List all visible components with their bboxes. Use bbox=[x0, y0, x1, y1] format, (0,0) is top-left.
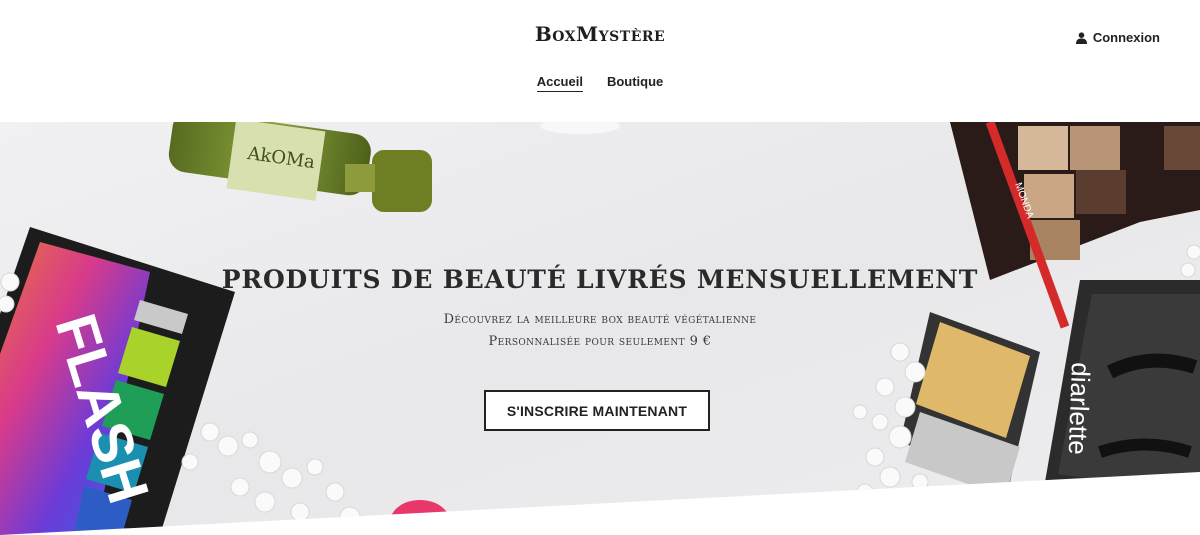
nav-item-boutique[interactable]: Boutique bbox=[607, 74, 663, 92]
site-header: BoxMystère Connexion Accueil Boutique bbox=[0, 0, 1200, 122]
user-icon bbox=[1075, 31, 1087, 44]
hero-title: PRODUITS DE BEAUTÉ LIVRÉS MENSUELLEMENT bbox=[221, 265, 979, 294]
nav-item-accueil[interactable]: Accueil bbox=[536, 74, 583, 92]
main-nav: Accueil Boutique bbox=[0, 74, 1200, 92]
signup-button[interactable]: S'INSCRIRE MAINTENANT bbox=[484, 390, 710, 431]
login-label: Connexion bbox=[1092, 30, 1160, 45]
lashes-box-text: diarlette bbox=[1063, 362, 1096, 455]
hero-subtitle-line2: Personnalisée pour seulement 9 € bbox=[488, 334, 712, 349]
hero-banner: FLASH AkOMa MONDA diarlette PRODUITS DE … bbox=[0, 122, 1200, 535]
login-link[interactable]: Connexion bbox=[1075, 30, 1160, 45]
hero-background-image: FLASH AkOMa MONDA diarlette bbox=[0, 122, 1200, 535]
brand-logo[interactable]: BoxMystère bbox=[0, 22, 1200, 46]
hero-subtitle-line1: Découvrez la meilleure box beauté végéta… bbox=[443, 312, 757, 327]
